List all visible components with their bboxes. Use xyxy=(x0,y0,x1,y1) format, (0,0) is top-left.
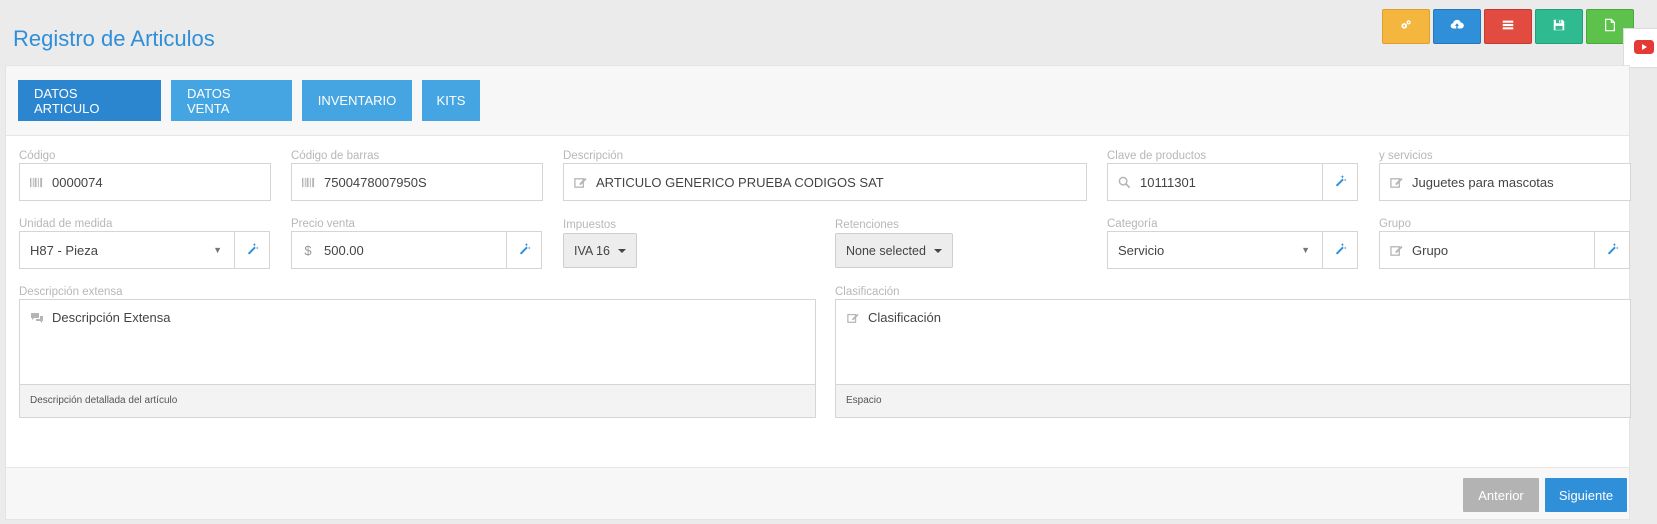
clasificacion-help: Espacio xyxy=(836,384,1630,417)
youtube-tutorial-button[interactable] xyxy=(1623,28,1657,68)
precio-magic-button[interactable] xyxy=(506,231,542,269)
clasificacion-value: Clasificación xyxy=(868,310,941,325)
clave-productos-magic-button[interactable] xyxy=(1322,163,1358,201)
descripcion-field[interactable]: ARTICULO GENERICO PRUEBA CODIGOS SAT xyxy=(563,163,1087,201)
impuestos-label: Impuestos xyxy=(563,219,617,231)
impuestos-value: IVA 16 xyxy=(574,243,610,258)
next-button[interactable]: Siguiente xyxy=(1545,478,1627,512)
precio-field[interactable]: $ 500.00 xyxy=(291,231,507,269)
descripcion-extensa-help: Descripción detallada del artículo xyxy=(20,384,815,417)
dropdown-arrow-icon: ▼ xyxy=(1301,245,1310,255)
categoria-magic-button[interactable] xyxy=(1322,231,1358,269)
magic-wand-icon xyxy=(1334,242,1347,258)
upload-button[interactable] xyxy=(1433,9,1481,44)
gears-icon xyxy=(1399,18,1413,35)
clasificacion-textarea[interactable]: Clasificación Espacio xyxy=(835,299,1631,418)
tab-datos-articulo[interactable]: DATOS ARTICULO xyxy=(18,80,161,121)
codigo-barras-value: 7500478007950S xyxy=(324,174,427,190)
codigo-barras-label: Código de barras xyxy=(291,150,380,162)
descripcion-extensa-label: Descripción extensa xyxy=(19,286,123,298)
article-form-panel: DATOS ARTICULO DATOS VENTA INVENTARIO KI… xyxy=(5,65,1631,520)
form-footer: Anterior Siguiente xyxy=(6,467,1629,519)
grupo-value: Grupo xyxy=(1412,242,1449,258)
clave-productos-value: 10111301 xyxy=(1140,174,1196,190)
retenciones-label: Retenciones xyxy=(835,219,899,231)
page-title: Registro de Articulos xyxy=(13,26,215,51)
tab-kits[interactable]: KITS xyxy=(422,80,480,121)
unidad-magic-button[interactable] xyxy=(234,231,270,269)
clasificacion-label: Clasificación xyxy=(835,286,900,298)
youtube-icon xyxy=(1633,39,1654,57)
codigo-field[interactable]: 0000074 xyxy=(19,163,271,201)
magic-wand-icon xyxy=(1334,174,1347,190)
edit-icon xyxy=(564,176,596,189)
edit-icon xyxy=(1380,176,1412,189)
save-icon xyxy=(1552,18,1566,35)
edit-icon xyxy=(846,310,860,327)
new-file-icon xyxy=(1603,18,1617,35)
descripcion-value: ARTICULO GENERICO PRUEBA CODIGOS SAT xyxy=(596,174,884,190)
grupo-magic-button[interactable] xyxy=(1594,231,1630,269)
tab-datos-venta[interactable]: DATOS VENTA xyxy=(171,80,292,121)
cloud-upload-icon xyxy=(1450,18,1464,35)
magic-wand-icon xyxy=(1606,242,1619,258)
search-icon xyxy=(1108,176,1140,189)
list-icon xyxy=(1501,18,1515,35)
dropdown-arrow-icon: ▼ xyxy=(213,245,222,255)
barcode-icon xyxy=(292,176,324,189)
codigo-barras-field[interactable]: 7500478007950S xyxy=(291,163,543,201)
codigo-label: Código xyxy=(19,150,56,162)
servicios-field[interactable]: Juguetes para mascotas xyxy=(1379,163,1631,201)
magic-wand-icon xyxy=(246,242,259,258)
previous-button[interactable]: Anterior xyxy=(1463,478,1539,512)
retenciones-dropdown[interactable]: None selected xyxy=(835,233,953,268)
tab-bar: DATOS ARTICULO DATOS VENTA INVENTARIO KI… xyxy=(6,66,1629,136)
servicios-value: Juguetes para mascotas xyxy=(1412,174,1554,190)
save-button[interactable] xyxy=(1535,9,1583,44)
clave-productos-label: Clave de productos xyxy=(1107,150,1207,162)
descripcion-label: Descripción xyxy=(563,150,624,162)
categoria-select[interactable]: Servicio ▼ xyxy=(1107,231,1323,269)
categoria-value: Servicio xyxy=(1118,242,1165,258)
servicios-label: y servicios xyxy=(1379,150,1433,162)
unidad-value: H87 - Pieza xyxy=(30,242,98,258)
precio-label: Precio venta xyxy=(291,218,355,230)
precio-value: 500.00 xyxy=(324,242,364,258)
top-toolbar xyxy=(1382,9,1634,44)
grupo-label: Grupo xyxy=(1379,218,1411,230)
list-button[interactable] xyxy=(1484,9,1532,44)
caret-down-icon xyxy=(933,248,942,253)
codigo-value: 0000074 xyxy=(52,174,103,190)
edit-icon xyxy=(1380,244,1412,257)
unidad-select[interactable]: H87 - Pieza ▼ xyxy=(19,231,235,269)
grupo-field[interactable]: Grupo xyxy=(1379,231,1595,269)
dollar-icon: $ xyxy=(304,242,312,258)
categoria-label: Categoría xyxy=(1107,218,1158,230)
caret-down-icon xyxy=(617,248,626,253)
clave-productos-field[interactable]: 10111301 xyxy=(1107,163,1323,201)
descripcion-extensa-value: Descripción Extensa xyxy=(52,310,171,325)
unidad-label: Unidad de medida xyxy=(19,218,113,230)
settings-button[interactable] xyxy=(1382,9,1430,44)
descripcion-extensa-textarea[interactable]: Descripción Extensa Descripción detallad… xyxy=(19,299,816,418)
retenciones-value: None selected xyxy=(846,243,926,258)
barcode-icon xyxy=(20,176,52,189)
impuestos-dropdown[interactable]: IVA 16 xyxy=(563,233,637,268)
comments-icon xyxy=(30,310,44,327)
tab-inventario[interactable]: INVENTARIO xyxy=(302,80,412,121)
magic-wand-icon xyxy=(518,242,531,258)
